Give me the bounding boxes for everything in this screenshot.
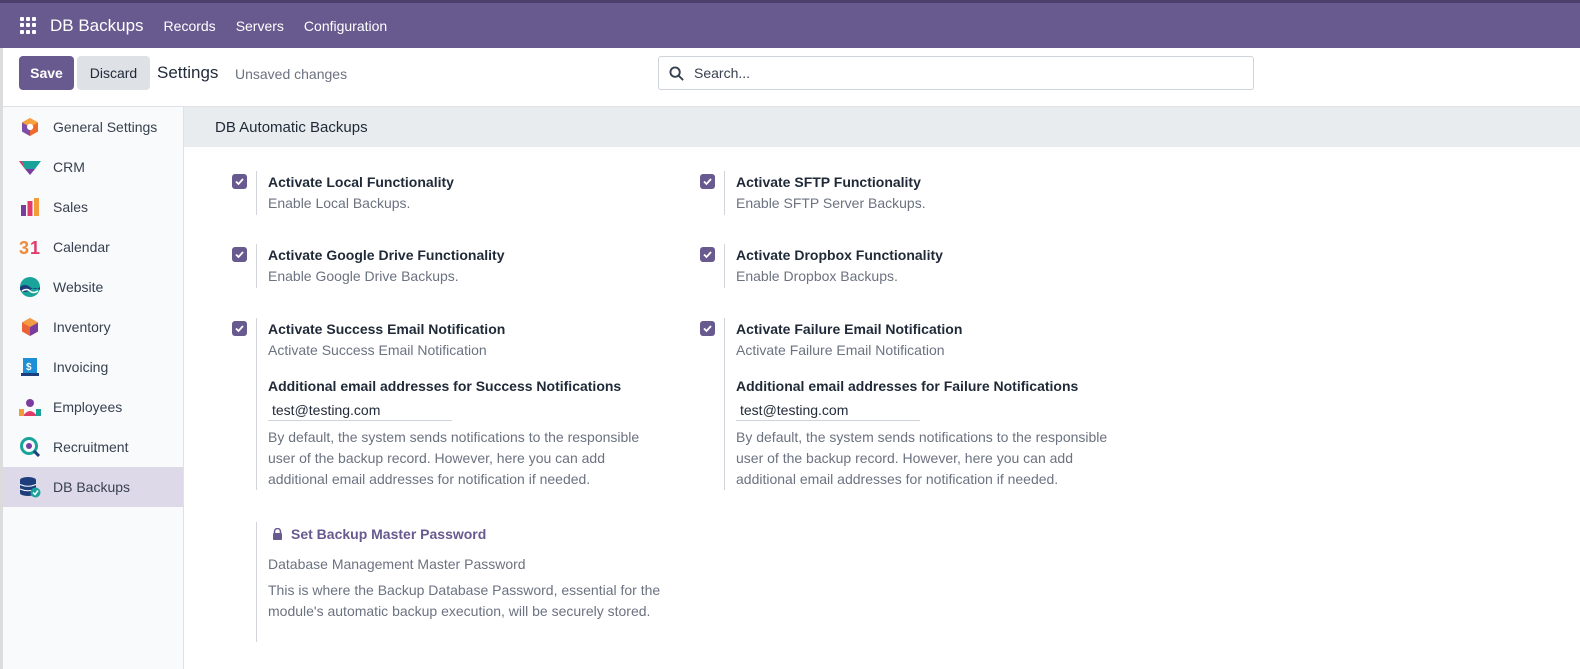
apps-menu-icon[interactable] bbox=[20, 16, 38, 35]
calendar-icon: 31 bbox=[19, 236, 41, 258]
local-desc: Enable Local Backups. bbox=[268, 195, 411, 211]
sidebar-item-db-backups[interactable]: DB Backups bbox=[3, 467, 183, 507]
sidebar-item-recruitment[interactable]: Recruitment bbox=[3, 427, 183, 467]
sidebar-item-label: DB Backups bbox=[53, 479, 131, 495]
sales-icon bbox=[19, 196, 41, 218]
divider bbox=[256, 171, 257, 215]
check-icon bbox=[703, 325, 712, 333]
menu-records[interactable]: Records bbox=[164, 18, 216, 34]
sidebar-item-label: Inventory bbox=[53, 319, 111, 335]
success-email-label: Additional email addresses for Success N… bbox=[268, 378, 622, 394]
sidebar-item-label: Sales bbox=[53, 199, 89, 215]
sidebar-item-label: CRM bbox=[53, 159, 85, 175]
website-icon bbox=[19, 276, 41, 298]
success-email-desc: Activate Success Email Notification bbox=[268, 342, 487, 358]
sidebar-item-label: Calendar bbox=[53, 239, 110, 255]
app-brand[interactable]: DB Backups bbox=[50, 16, 144, 36]
dropbox-desc: Enable Dropbox Backups. bbox=[736, 268, 898, 284]
local-title[interactable]: Activate Local Functionality bbox=[268, 174, 454, 190]
sidebar-item-website[interactable]: Website bbox=[3, 267, 183, 307]
sidebar-item-label: Website bbox=[53, 279, 104, 295]
divider bbox=[724, 318, 725, 490]
crm-icon bbox=[19, 156, 41, 178]
inventory-icon bbox=[19, 316, 41, 338]
menu-servers[interactable]: Servers bbox=[236, 18, 284, 34]
failure-email-title[interactable]: Activate Failure Email Notification bbox=[736, 321, 962, 337]
settings-sidebar: General Settings CRM Sales 31 Calendar W… bbox=[0, 107, 184, 669]
svg-text:3: 3 bbox=[19, 238, 29, 257]
svg-text:1: 1 bbox=[30, 238, 40, 257]
gdrive-desc: Enable Google Drive Backups. bbox=[268, 268, 459, 284]
master-password-help: This is where the Backup Database Passwo… bbox=[268, 582, 661, 619]
sidebar-item-sales[interactable]: Sales bbox=[3, 187, 183, 227]
sidebar-item-label: Invoicing bbox=[53, 359, 109, 375]
failure-email-label: Additional email addresses for Failure N… bbox=[736, 378, 1079, 394]
failure-email-desc: Activate Failure Email Notification bbox=[736, 342, 945, 358]
sidebar-item-inventory[interactable]: Inventory bbox=[3, 307, 183, 347]
check-icon bbox=[235, 178, 244, 186]
divider bbox=[724, 171, 725, 215]
success-email-input[interactable] bbox=[268, 399, 452, 421]
gdrive-checkbox[interactable] bbox=[232, 247, 247, 262]
divider bbox=[256, 318, 257, 490]
discard-button[interactable]: Discard bbox=[77, 56, 150, 90]
svg-text:$: $ bbox=[26, 362, 32, 373]
set-master-password-link[interactable]: Set Backup Master Password bbox=[272, 526, 486, 542]
sftp-title[interactable]: Activate SFTP Functionality bbox=[736, 174, 921, 190]
success-email-checkbox[interactable] bbox=[232, 321, 247, 336]
check-icon bbox=[235, 325, 244, 333]
invoicing-icon: $ bbox=[19, 356, 41, 378]
dropbox-title[interactable]: Activate Dropbox Functionality bbox=[736, 247, 943, 263]
recruitment-icon bbox=[19, 436, 41, 458]
sftp-desc: Enable SFTP Server Backups. bbox=[736, 195, 926, 211]
search-icon bbox=[669, 65, 684, 81]
check-icon bbox=[703, 178, 712, 186]
dropbox-checkbox[interactable] bbox=[700, 247, 715, 262]
set-master-password-label[interactable]: Set Backup Master Password bbox=[291, 526, 486, 542]
sidebar-item-label: Recruitment bbox=[53, 439, 129, 455]
check-icon bbox=[703, 251, 712, 259]
search-input[interactable] bbox=[694, 65, 1234, 81]
sidebar-item-calendar[interactable]: 31 Calendar bbox=[3, 227, 183, 267]
general-settings-icon bbox=[19, 116, 41, 138]
page-title: Settings bbox=[157, 63, 219, 82]
failure-email-help: By default, the system sends notificatio… bbox=[736, 429, 1108, 487]
db-backups-icon bbox=[19, 476, 41, 498]
divider bbox=[256, 522, 257, 642]
settings-content: DB Automatic Backups Activate Local Func… bbox=[184, 107, 1580, 669]
search-bar[interactable] bbox=[658, 56, 1254, 90]
sidebar-item-crm[interactable]: CRM bbox=[3, 147, 183, 187]
divider bbox=[256, 244, 257, 288]
sidebar-item-label: General Settings bbox=[53, 119, 158, 135]
control-panel: Save Discard Settings Unsaved changes bbox=[0, 48, 1580, 107]
section-header: DB Automatic Backups bbox=[184, 107, 1580, 147]
check-icon bbox=[235, 251, 244, 259]
success-email-title[interactable]: Activate Success Email Notification bbox=[268, 321, 505, 337]
top-navbar: DB Backups Records Servers Configuration bbox=[0, 0, 1580, 48]
master-password-desc: Database Management Master Password bbox=[268, 556, 526, 572]
local-checkbox[interactable] bbox=[232, 174, 247, 189]
success-email-help: By default, the system sends notificatio… bbox=[268, 429, 640, 487]
divider bbox=[724, 244, 725, 288]
sidebar-item-invoicing[interactable]: $ Invoicing bbox=[3, 347, 183, 387]
sidebar-item-employees[interactable]: Employees bbox=[3, 387, 183, 427]
sidebar-item-general-settings[interactable]: General Settings bbox=[3, 107, 183, 147]
gdrive-title[interactable]: Activate Google Drive Functionality bbox=[268, 247, 505, 263]
sidebar-item-label: Employees bbox=[53, 399, 123, 415]
unsaved-status: Unsaved changes bbox=[235, 66, 348, 82]
employees-icon bbox=[19, 396, 41, 418]
failure-email-checkbox[interactable] bbox=[700, 321, 715, 336]
menu-configuration[interactable]: Configuration bbox=[304, 18, 387, 34]
failure-email-input[interactable] bbox=[736, 399, 920, 421]
sftp-checkbox[interactable] bbox=[700, 174, 715, 189]
save-button[interactable]: Save bbox=[19, 56, 74, 90]
lock-icon bbox=[273, 528, 282, 540]
